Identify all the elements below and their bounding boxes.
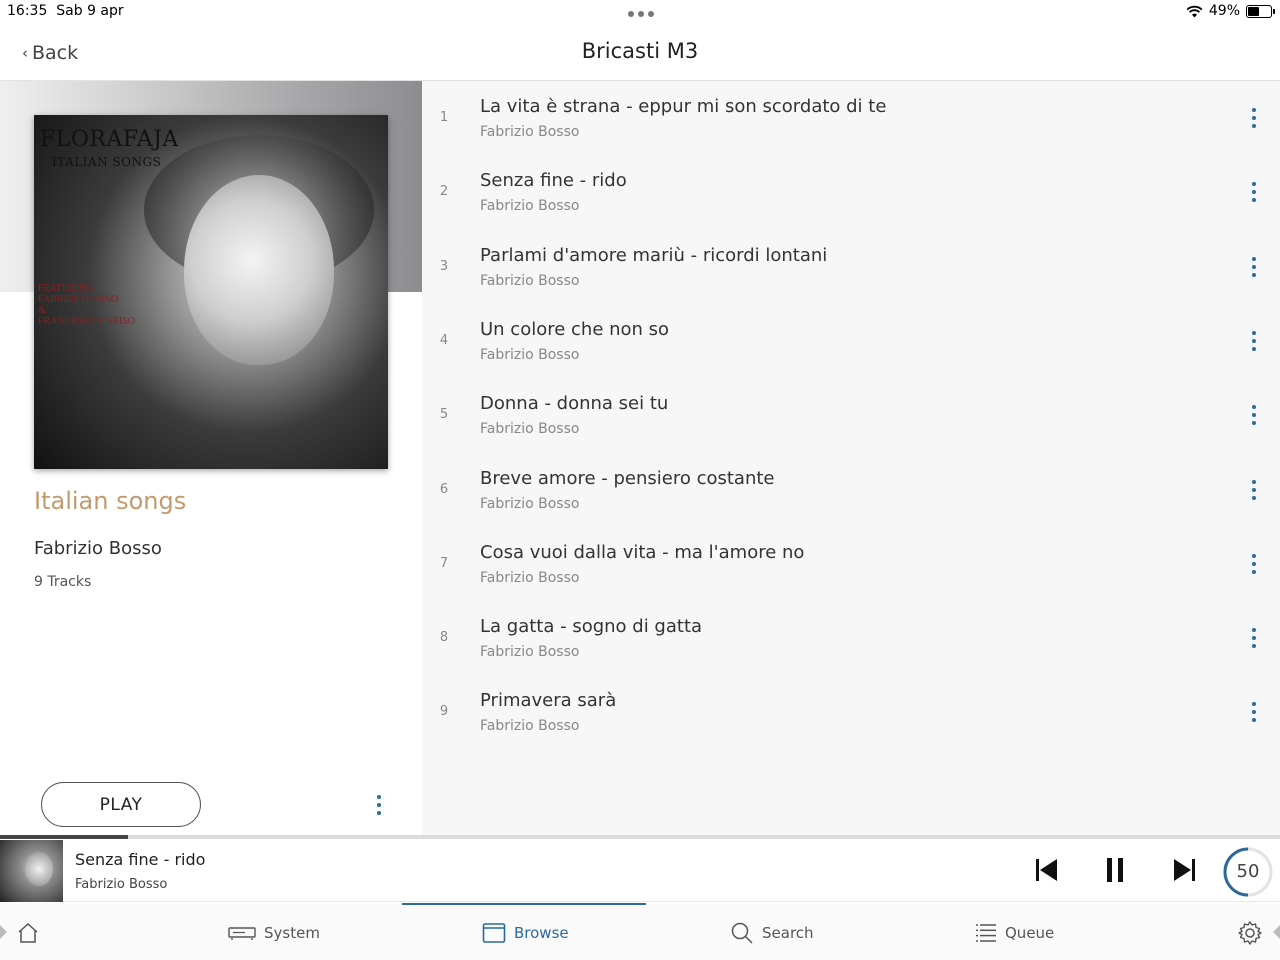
nav-home[interactable]: [16, 919, 40, 947]
track-more-icon[interactable]: [1244, 699, 1264, 725]
album-title: Italian songs: [34, 487, 187, 515]
track-row[interactable]: 8 La gatta - sogno di gatta Fabrizio Bosso: [422, 601, 1280, 675]
track-title[interactable]: Parlami d'amore mariù - ricordi lontani: [480, 245, 827, 266]
nav-search[interactable]: Search: [730, 919, 814, 947]
track-artist: Fabrizio Bosso: [480, 644, 580, 661]
nav-search-label: Search: [762, 924, 814, 942]
track-title[interactable]: La vita è strana - eppur mi son scordato…: [480, 96, 886, 117]
nav-system-label: System: [264, 924, 320, 942]
track-artist: Fabrizio Bosso: [480, 124, 580, 140]
header: ‹ Back Bricasti M3: [0, 24, 1280, 81]
track-number: 1: [439, 110, 449, 125]
album-more-icon[interactable]: [369, 792, 389, 818]
track-title[interactable]: Senza fine - rido: [480, 170, 627, 191]
track-title[interactable]: Cosa vuoi dalla vita - ma l'amore no: [480, 542, 804, 563]
nav-active-indicator: [402, 903, 646, 905]
multitasking-dots-icon[interactable]: [628, 11, 654, 17]
volume-dial[interactable]: 50: [1222, 846, 1274, 898]
track-row[interactable]: 1 La vita è strana - eppur mi son scordat…: [422, 81, 1280, 155]
nav-queue-label: Queue: [1005, 924, 1055, 942]
track-title[interactable]: Primavera sarà: [480, 690, 616, 711]
album-track-count: 9 Tracks: [34, 574, 92, 590]
device-icon: [228, 927, 256, 940]
search-icon: [731, 922, 753, 944]
track-title[interactable]: Donna - donna sei tu: [480, 393, 668, 414]
cover-subtitle: ITALIAN SONGS: [52, 155, 162, 169]
now-playing-title[interactable]: Senza fine - rido: [75, 850, 205, 869]
track-more-icon[interactable]: [1244, 477, 1264, 503]
track-row[interactable]: 2 Senza fine - rido Fabrizio Bosso: [422, 155, 1280, 229]
nav-browse-label: Browse: [514, 924, 569, 942]
nav-queue[interactable]: Queue: [975, 919, 1054, 947]
track-title[interactable]: Un colore che non so: [480, 319, 669, 340]
track-list: 1 La vita è strana - eppur mi son scordat…: [422, 81, 1280, 836]
track-more-icon[interactable]: [1244, 254, 1264, 280]
bottom-navigation: System Browse Search Queue: [0, 903, 1280, 960]
track-more-icon[interactable]: [1244, 105, 1264, 131]
browse-icon: [482, 923, 506, 943]
nav-system[interactable]: System: [228, 919, 320, 947]
track-artist: Fabrizio Bosso: [480, 421, 580, 438]
album-panel: FLORAFAJA ITALIAN SONGS FEATURING FABRIZ…: [0, 81, 422, 836]
track-row[interactable]: 4 Un colore che non so Fabrizio Bosso: [422, 304, 1280, 378]
now-playing-artwork[interactable]: [0, 840, 63, 902]
track-artist: Fabrizio Bosso: [480, 346, 580, 363]
track-number: 8: [439, 630, 449, 646]
track-artist: Fabrizio Bosso: [480, 198, 580, 215]
track-artist: Fabrizio Bosso: [480, 495, 580, 512]
edge-arrow-right-icon: [1273, 925, 1280, 939]
now-playing-artist: Fabrizio Bosso: [75, 877, 168, 892]
edge-arrow-left-icon: [0, 925, 7, 939]
track-row[interactable]: 9 Primavera sarà Fabrizio Bosso: [422, 675, 1280, 749]
gear-icon: [1238, 921, 1262, 945]
track-more-icon[interactable]: [1244, 402, 1264, 428]
track-title[interactable]: La gatta - sogno di gatta: [480, 616, 702, 637]
track-more-icon[interactable]: [1244, 179, 1264, 205]
track-row[interactable]: 6 Breve amore - pensiero costante Fabrizio…: [422, 453, 1280, 527]
track-artist: Fabrizio Bosso: [480, 718, 580, 735]
home-icon: [18, 922, 38, 943]
track-artist: Fabrizio Bosso: [480, 569, 580, 586]
track-more-icon[interactable]: [1244, 328, 1264, 354]
status-right: 49%: [1186, 3, 1275, 19]
track-number: 6: [439, 481, 449, 497]
cover-featuring: FEATURING FABRIZIO BOSSO & FRANCESCO CAF…: [38, 283, 135, 327]
battery-percent: 49%: [1208, 3, 1240, 19]
track-number: 7: [439, 555, 449, 571]
track-title[interactable]: Breve amore - pensiero costante: [480, 468, 775, 489]
cover-brand: FLORAFAJA: [40, 127, 179, 152]
nav-settings[interactable]: [1237, 919, 1263, 947]
play-album-button[interactable]: PLAY: [41, 782, 201, 827]
previous-track-icon[interactable]: [1031, 855, 1061, 885]
track-row[interactable]: 3 Parlami d'amore mariù - ricordi lontani…: [422, 230, 1280, 304]
now-playing-bar: Senza fine - rido Fabrizio Bosso 50: [0, 839, 1280, 902]
wifi-icon: [1186, 5, 1203, 17]
album-cover: FLORAFAJA ITALIAN SONGS FEATURING FABRIZ…: [34, 115, 388, 469]
track-number: 3: [439, 258, 449, 274]
nav-browse[interactable]: Browse: [482, 919, 569, 947]
album-artist: Fabrizio Bosso: [34, 538, 162, 559]
volume-value: 50: [1236, 861, 1260, 882]
track-number: 4: [439, 332, 449, 348]
track-number: 2: [439, 184, 449, 200]
status-bar: 16:35 Sab 9 apr 49%: [0, 0, 1280, 24]
status-time: 16:35 Sab 9 apr: [7, 3, 124, 19]
queue-list-icon: [976, 924, 996, 942]
track-more-icon[interactable]: [1244, 551, 1264, 577]
battery-icon: [1246, 4, 1275, 18]
track-number: 5: [439, 407, 449, 423]
pause-icon[interactable]: [1100, 855, 1130, 885]
next-track-icon[interactable]: [1170, 855, 1200, 885]
track-artist: Fabrizio Bosso: [480, 272, 580, 289]
track-more-icon[interactable]: [1244, 625, 1264, 651]
track-row[interactable]: 5 Donna - donna sei tu Fabrizio Bosso: [422, 378, 1280, 452]
page-title: Bricasti M3: [581, 39, 699, 63]
track-row[interactable]: 7 Cosa vuoi dalla vita - ma l'amore no Fab…: [422, 527, 1280, 601]
track-number: 9: [439, 704, 449, 720]
